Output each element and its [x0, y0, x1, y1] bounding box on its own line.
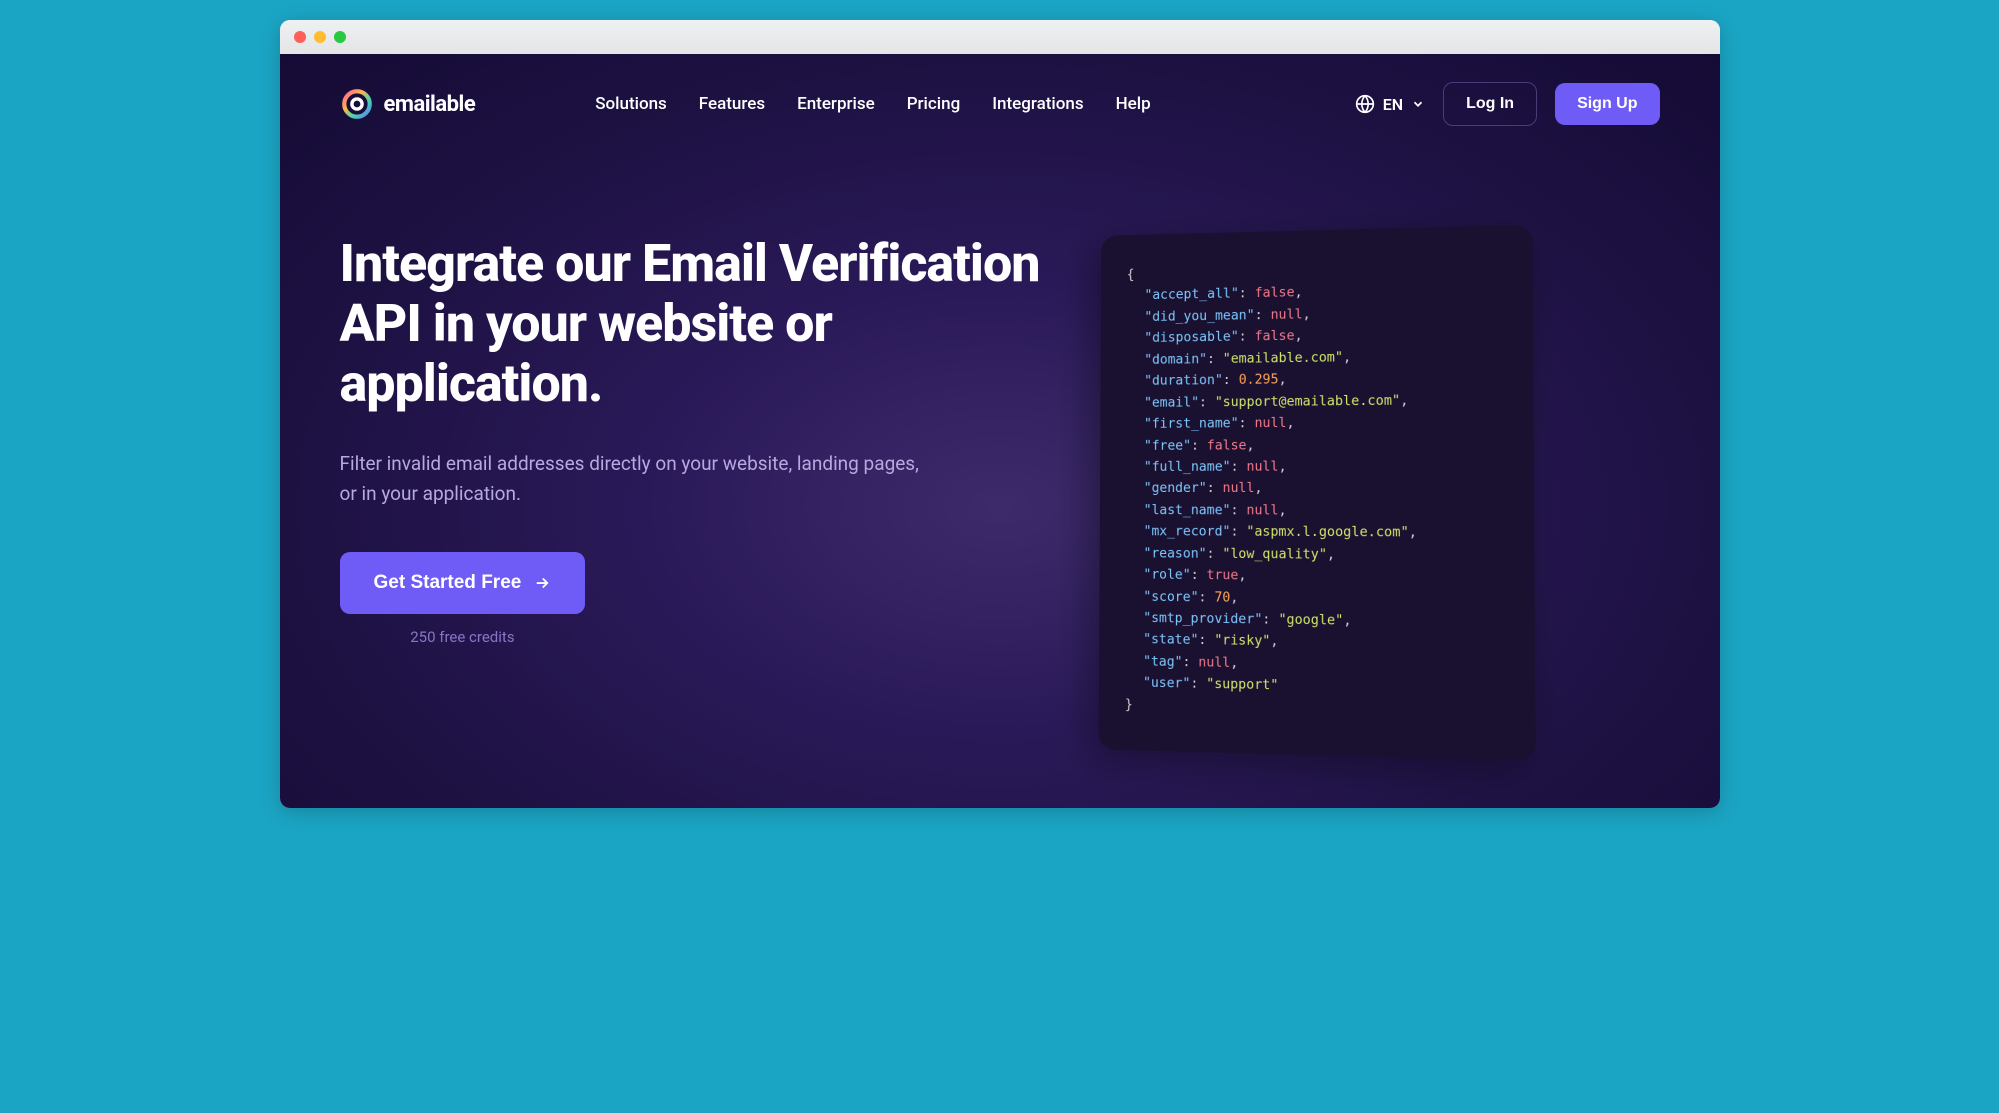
code-line: "mx_record": "aspmx.l.google.com", — [1125, 521, 1506, 544]
nav-link-pricing[interactable]: Pricing — [907, 94, 961, 114]
brand-logo[interactable]: emailable — [340, 87, 476, 121]
globe-icon — [1355, 94, 1375, 114]
hero-subhead: Filter invalid email addresses directly … — [340, 449, 940, 508]
hero-section: Integrate our Email Verification API in … — [340, 154, 1660, 808]
code-body: "accept_all": false,"did_you_mean": null… — [1124, 278, 1506, 702]
window-close-icon[interactable] — [294, 31, 306, 43]
language-selector[interactable]: EN — [1355, 94, 1425, 114]
hero-headline: Integrate our Email Verification API in … — [340, 234, 1040, 413]
code-line: "gender": null, — [1125, 478, 1505, 500]
language-label: EN — [1383, 95, 1403, 114]
nav-link-help[interactable]: Help — [1116, 94, 1151, 114]
arrow-right-icon — [533, 574, 551, 592]
nav-link-features[interactable]: Features — [699, 94, 765, 114]
navbar: emailable Solutions Features Enterprise … — [340, 54, 1660, 154]
code-line: "last_name": null, — [1125, 500, 1506, 523]
signup-button[interactable]: Sign Up — [1555, 83, 1659, 125]
cta-wrap: Get Started Free 250 free credits — [340, 552, 586, 646]
logo-icon — [340, 87, 374, 121]
get-started-button[interactable]: Get Started Free — [340, 552, 586, 614]
code-line: "free": false, — [1125, 433, 1505, 457]
code-line: "reason": "low_quality", — [1125, 543, 1506, 567]
window-maximize-icon[interactable] — [334, 31, 346, 43]
nav-link-integrations[interactable]: Integrations — [992, 94, 1083, 114]
code-line: "email": "support@emailable.com", — [1126, 389, 1506, 414]
browser-titlebar — [280, 20, 1720, 54]
code-line: "full_name": null, — [1125, 456, 1505, 479]
credits-note: 250 free credits — [410, 628, 514, 646]
window-minimize-icon[interactable] — [314, 31, 326, 43]
brand-name: emailable — [384, 92, 476, 117]
cta-label: Get Started Free — [374, 572, 522, 594]
chevron-down-icon — [1411, 97, 1425, 111]
code-line: "role": true, — [1125, 564, 1506, 589]
nav-actions: EN Log In Sign Up — [1355, 82, 1660, 126]
code-sample-card: { "accept_all": false,"did_you_mean": nu… — [1098, 225, 1535, 761]
login-button[interactable]: Log In — [1443, 82, 1537, 126]
browser-frame: emailable Solutions Features Enterprise … — [280, 20, 1720, 808]
nav-link-enterprise[interactable]: Enterprise — [797, 94, 875, 114]
nav-links: Solutions Features Enterprise Pricing In… — [595, 94, 1150, 114]
hero-text: Integrate our Email Verification API in … — [340, 234, 1040, 646]
code-line: "first_name": null, — [1126, 411, 1506, 435]
nav-link-solutions[interactable]: Solutions — [595, 94, 667, 114]
page-content: emailable Solutions Features Enterprise … — [280, 54, 1720, 808]
